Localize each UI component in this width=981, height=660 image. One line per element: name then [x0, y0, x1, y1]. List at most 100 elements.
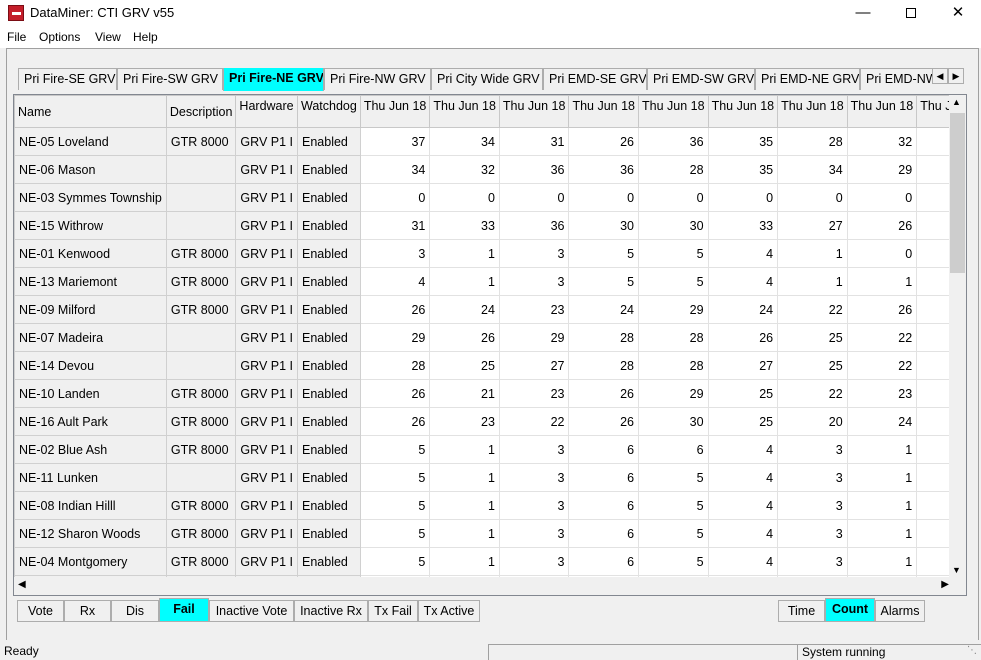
cell-name[interactable]: NE-06 Mason — [14, 155, 167, 184]
cell-count[interactable] — [916, 211, 949, 240]
cell-count[interactable]: 4 — [707, 267, 779, 296]
cell-count[interactable]: 5 — [359, 547, 431, 576]
cell-count[interactable]: 5 — [359, 463, 431, 492]
cell-name[interactable]: NE-11 Lunken — [14, 463, 167, 492]
cell-count[interactable]: 1 — [846, 547, 918, 576]
cell-count[interactable]: 29 — [846, 155, 918, 184]
table-row[interactable]: NE-14 Devou GRV P1 I Enabled 28 25 27 28 28 27 25… — [14, 351, 949, 380]
tab-pri-emd-sw[interactable]: Pri EMD-SW GRV — [647, 68, 755, 90]
cell-description[interactable] — [165, 155, 237, 184]
tab-tx-fail[interactable]: Tx Fail — [368, 600, 418, 622]
cell-count[interactable]: 3 — [498, 519, 570, 548]
col-header-date[interactable]: Thu Jun 18 — [498, 95, 570, 128]
cell-count[interactable]: 22 — [777, 295, 848, 324]
tab-inactive-vote[interactable]: Inactive Vote — [209, 600, 294, 622]
col-header-hardware[interactable]: Hardware — [235, 95, 298, 128]
tab-pri-fire-nw[interactable]: Pri Fire-NW GRV — [324, 68, 431, 90]
cell-count[interactable]: 4 — [707, 239, 779, 268]
cell-count[interactable]: 30 — [568, 211, 640, 240]
cell-count[interactable]: 6 — [568, 435, 640, 464]
cell-count[interactable]: 29 — [638, 379, 709, 408]
cell-hardware[interactable]: GRV P1 I — [235, 407, 298, 436]
cell-count[interactable]: 3 — [359, 239, 431, 268]
cell-watchdog[interactable]: Enabled — [297, 519, 361, 548]
cell-count[interactable]: 22 — [498, 407, 570, 436]
cell-count[interactable]: 1 — [429, 519, 500, 548]
tab-count[interactable]: Count — [825, 598, 875, 622]
cell-hardware[interactable]: GRV P1 I — [235, 463, 298, 492]
cell-count[interactable]: 5 — [638, 547, 709, 576]
cell-hardware[interactable]: GRV P1 I — [235, 519, 298, 548]
cell-count[interactable] — [916, 183, 949, 212]
cell-count[interactable] — [916, 239, 949, 268]
cell-name[interactable]: NE-08 Indian Hilll — [14, 491, 167, 520]
cell-count[interactable]: 26 — [846, 295, 918, 324]
table-row[interactable]: NE-03 Symmes Township GRV P1 I Enabled 0 0 0 0… — [14, 183, 949, 212]
table-row[interactable]: NE-12 Sharon Woods GTR 8000 GRV P1 I Enable… — [14, 519, 949, 548]
cell-description[interactable]: GTR 8000 — [165, 435, 237, 464]
cell-hardware[interactable]: GRV P1 I — [235, 547, 298, 576]
cell-count[interactable]: 31 — [359, 211, 431, 240]
menu-view[interactable]: View — [95, 30, 121, 44]
cell-count[interactable]: 26 — [568, 379, 640, 408]
col-header-date[interactable]: Thu Jun 18 — [916, 95, 949, 128]
cell-count[interactable]: 4 — [707, 463, 779, 492]
tab-scroll-left-icon[interactable]: ◀ — [932, 68, 948, 84]
cell-watchdog[interactable]: Enabled — [297, 295, 361, 324]
scroll-down-icon[interactable]: ▼ — [952, 565, 961, 575]
cell-count[interactable]: 30 — [638, 211, 709, 240]
cell-count[interactable]: 35 — [707, 127, 779, 156]
cell-count[interactable]: 33 — [707, 211, 779, 240]
cell-count[interactable]: 3 — [498, 267, 570, 296]
cell-watchdog[interactable]: Enabled — [297, 211, 361, 240]
cell-count[interactable]: 25 — [707, 407, 779, 436]
col-header-date[interactable]: Thu Jun 18 — [777, 95, 848, 128]
cell-count[interactable]: 5 — [568, 267, 640, 296]
cell-count[interactable]: 27 — [707, 351, 779, 380]
cell-hardware[interactable]: GRV P1 I — [235, 379, 298, 408]
cell-count[interactable]: 20 — [777, 407, 848, 436]
cell-hardware[interactable]: GRV P1 I — [235, 267, 298, 296]
cell-count[interactable]: 3 — [777, 491, 848, 520]
cell-hardware[interactable]: GRV P1 I — [235, 323, 298, 352]
table-row[interactable]: NE-06 Mason GRV P1 I Enabled 34 32 36 36 28 35 34… — [14, 155, 949, 184]
cell-count[interactable]: 4 — [359, 267, 431, 296]
cell-count[interactable]: 6 — [638, 435, 709, 464]
cell-hardware[interactable]: GRV P1 I — [235, 211, 298, 240]
cell-description[interactable]: GTR 8000 — [165, 127, 237, 156]
cell-watchdog[interactable]: Enabled — [297, 435, 361, 464]
cell-count[interactable]: 26 — [568, 407, 640, 436]
cell-count[interactable]: 23 — [846, 379, 918, 408]
cell-count[interactable]: 24 — [707, 295, 779, 324]
tab-vote[interactable]: Vote — [17, 600, 64, 622]
cell-count[interactable]: 24 — [429, 295, 500, 324]
cell-count[interactable]: 34 — [429, 127, 500, 156]
cell-hardware[interactable]: GRV P1 I — [235, 127, 298, 156]
cell-count[interactable]: 0 — [568, 183, 640, 212]
cell-count[interactable]: 24 — [568, 295, 640, 324]
cell-count[interactable]: 6 — [568, 547, 640, 576]
cell-count[interactable]: 31 — [498, 127, 570, 156]
cell-name[interactable]: NE-07 Madeira — [14, 323, 167, 352]
cell-count[interactable]: 1 — [429, 435, 500, 464]
col-header-date[interactable]: Thu Jun 18 — [638, 95, 709, 128]
cell-count[interactable]: 3 — [498, 463, 570, 492]
cell-name[interactable]: NE-10 Landen — [14, 379, 167, 408]
cell-count[interactable]: 3 — [498, 435, 570, 464]
cell-count[interactable] — [916, 323, 949, 352]
cell-count[interactable]: 28 — [568, 351, 640, 380]
close-button[interactable]: ✕ — [935, 0, 981, 26]
cell-name[interactable]: NE-15 Withrow — [14, 211, 167, 240]
cell-description[interactable] — [165, 463, 237, 492]
cell-watchdog[interactable]: Enabled — [297, 183, 361, 212]
cell-count[interactable] — [916, 379, 949, 408]
tab-rx[interactable]: Rx — [64, 600, 111, 622]
cell-count[interactable] — [916, 267, 949, 296]
cell-count[interactable] — [916, 351, 949, 380]
cell-count[interactable]: 5 — [359, 435, 431, 464]
cell-description[interactable] — [165, 211, 237, 240]
tab-time[interactable]: Time — [778, 600, 825, 622]
cell-count[interactable]: 30 — [638, 407, 709, 436]
cell-count[interactable]: 6 — [568, 519, 640, 548]
cell-count[interactable]: 1 — [429, 491, 500, 520]
